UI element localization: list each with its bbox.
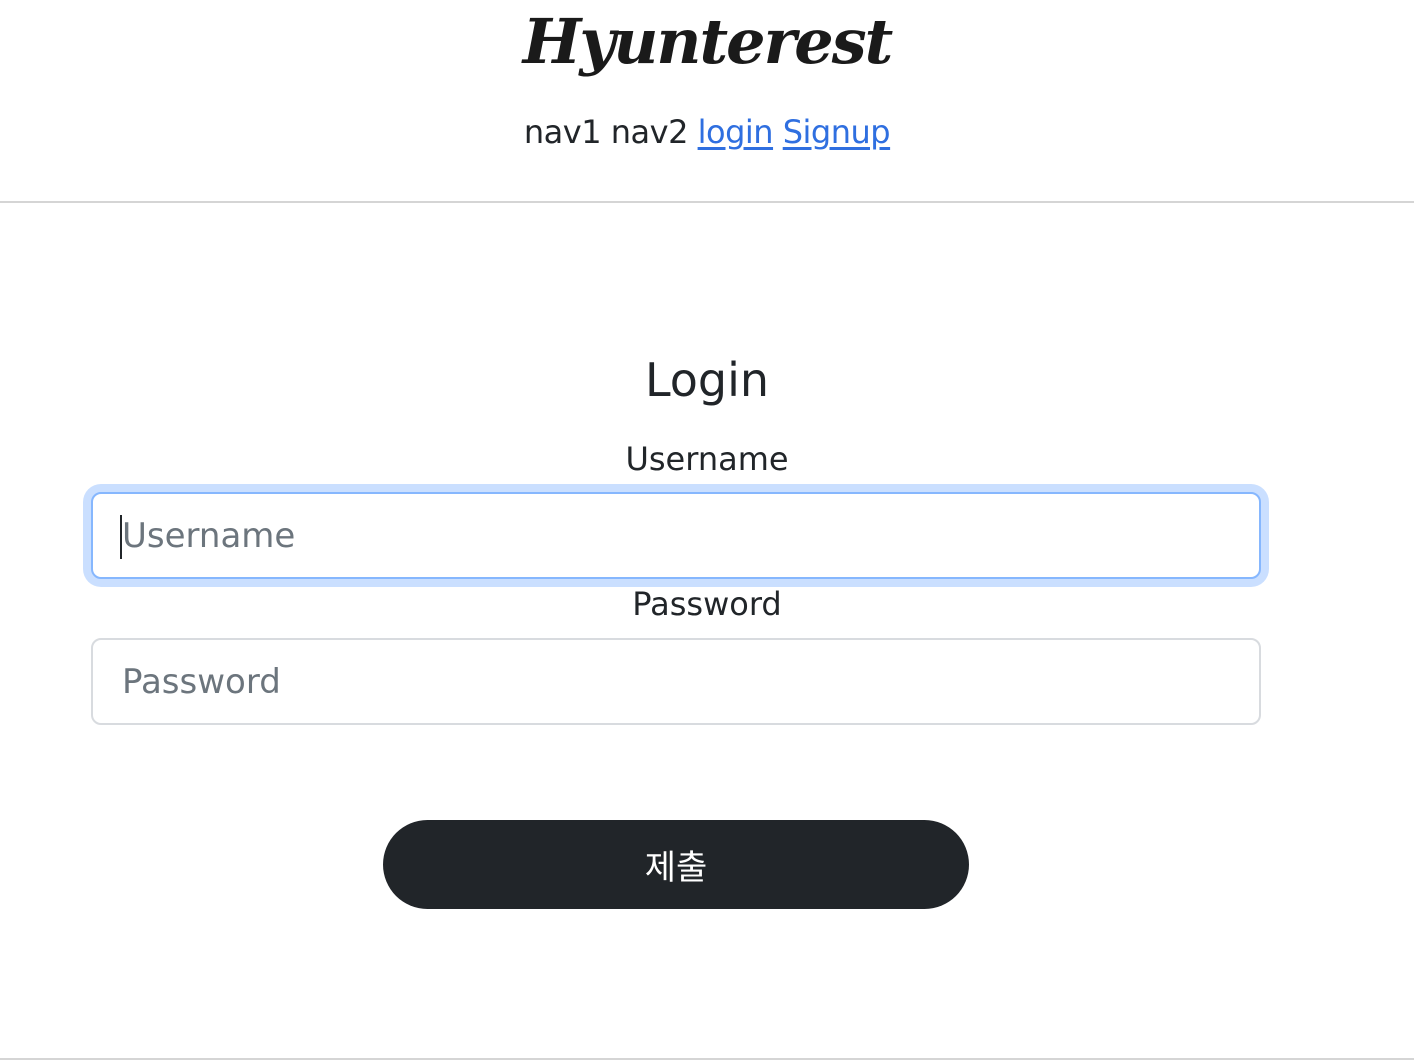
submit-button[interactable]: 제출 [383,820,969,909]
nav-login-link[interactable]: login [698,113,774,151]
password-input[interactable] [91,638,1261,725]
site-header: Hyunterest nav1 nav2 login Signup [0,0,1414,202]
footer-divider [0,1058,1414,1060]
site-logo[interactable]: Hyunterest [0,2,1414,82]
nav-item-1[interactable]: nav1 [524,113,602,151]
username-label: Username [625,440,789,478]
nav-signup-link[interactable]: Signup [783,113,891,151]
header-divider [0,201,1414,203]
text-cursor [120,515,122,559]
nav-item-2[interactable]: nav2 [611,113,689,151]
nav-bar: nav1 nav2 login Signup [0,110,1414,154]
page-title: Login [644,353,770,407]
username-input[interactable] [91,492,1261,579]
password-label: Password [632,585,782,623]
